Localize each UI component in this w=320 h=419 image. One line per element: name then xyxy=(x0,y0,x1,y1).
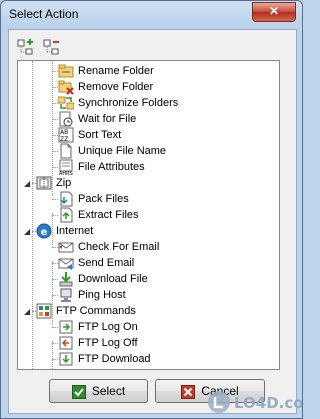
extract-files-icon xyxy=(60,207,73,223)
check-email-icon xyxy=(58,242,74,253)
tree-guide-line xyxy=(32,61,33,369)
tree-item[interactable]: Check For Email xyxy=(58,239,159,255)
tree-item-label: Send Email xyxy=(78,257,135,269)
sort-text-icon: ABZZ xyxy=(58,127,74,143)
tree-item[interactable]: AB ZZ Sort Text xyxy=(58,127,121,143)
svg-text:LO4D.com: LO4D.com xyxy=(234,394,302,412)
ftp-log-on-icon xyxy=(59,320,73,334)
select-button[interactable]: Select xyxy=(49,379,148,403)
synchronize-folders-icon xyxy=(58,96,74,110)
checkmark-icon xyxy=(71,384,86,399)
ping-host-icon xyxy=(60,288,72,302)
collapse-all-button[interactable] xyxy=(43,37,61,55)
tree-item-label: Ping Host xyxy=(78,289,126,301)
tree-item[interactable]: Extract Files xyxy=(58,207,139,223)
tree-expander-icon[interactable]: ◢ xyxy=(24,227,30,236)
tree-expander-icon[interactable]: ◢ xyxy=(24,307,30,316)
tree-category[interactable]: e Internet xyxy=(36,223,93,239)
tree-item-label: File Attributes xyxy=(78,161,145,173)
tree-item-label: Rename Folder xyxy=(78,65,154,77)
ftp-download-icon xyxy=(59,352,73,366)
tree-item[interactable]: Pack Files xyxy=(58,191,129,207)
pack-files-icon xyxy=(60,191,73,207)
ftp-commands-icon xyxy=(36,303,52,319)
close-button[interactable]: ✕ xyxy=(252,2,296,22)
svg-text:e: e xyxy=(41,227,48,238)
svg-text:AB: AB xyxy=(60,129,68,136)
title-bar[interactable]: Select Action ✕ xyxy=(1,1,302,27)
cancel-icon xyxy=(181,384,196,399)
tree-item[interactable]: Synchronize Folders xyxy=(58,95,178,111)
tree-item[interactable]: FTP Download xyxy=(58,351,151,367)
remove-folder-icon xyxy=(58,80,74,95)
tree-item[interactable]: Wait for File xyxy=(58,111,136,127)
tree-item-label: Wait for File xyxy=(78,113,137,125)
tree-item-label: FTP Download xyxy=(78,353,151,365)
download-file-icon xyxy=(59,272,73,287)
tree-item[interactable]: Rename Folder xyxy=(58,63,154,79)
tree-item-label: FTP Log Off xyxy=(78,337,138,349)
zip-icon xyxy=(36,176,52,190)
expand-all-button[interactable] xyxy=(17,37,35,55)
dialog-body: Rename Folder Remove Folder Synchronize Fo… xyxy=(8,29,297,414)
select-button-label: Select xyxy=(91,384,126,398)
tree-item[interactable]: Unique File Name xyxy=(58,143,166,159)
tree-item-label: Remove Folder xyxy=(78,81,154,93)
collapse-all-icon xyxy=(43,39,59,55)
tree-item[interactable]: Remove Folder xyxy=(58,79,153,95)
lo4d-watermark-logo: LO4D.com xyxy=(208,391,302,413)
tree-item-label: Internet xyxy=(56,225,94,237)
ftp-log-off-icon xyxy=(59,336,73,350)
wait-for-file-icon xyxy=(59,111,73,127)
tree-guide-line xyxy=(52,341,53,369)
window-title: Select Action xyxy=(9,7,79,21)
tree-item[interactable]: Ping Host xyxy=(58,287,126,303)
tree-item-label: Extract Files xyxy=(78,209,139,221)
tree-expander-icon[interactable]: ◢ xyxy=(24,179,30,188)
file-attributes-icon: AHRS xyxy=(59,159,73,175)
unique-file-name-icon xyxy=(60,143,72,159)
internet-icon: e xyxy=(36,223,52,239)
send-email-icon xyxy=(58,258,74,270)
tree-item-label: Pack Files xyxy=(78,193,129,205)
tree-item-label: FTP Log On xyxy=(78,321,138,333)
select-action-window: Select Action ✕ Rename Folder Remove Fol… xyxy=(0,0,303,419)
tree-item-label: Synchronize Folders xyxy=(78,97,179,109)
tree-item[interactable]: Download File xyxy=(58,271,148,287)
rename-folder-icon xyxy=(58,64,74,78)
action-tree[interactable]: Rename Folder Remove Folder Synchronize Fo… xyxy=(17,60,280,370)
tree-item-label: Sort Text xyxy=(78,129,122,141)
tree-item[interactable]: FTP Log On xyxy=(58,319,138,335)
svg-text:ZZ: ZZ xyxy=(60,136,68,143)
tree-category[interactable]: Zip xyxy=(36,175,71,191)
tree-item[interactable]: Send Email xyxy=(58,255,134,271)
tree-item-label: Unique File Name xyxy=(78,145,167,157)
tree-item-label: FTP Commands xyxy=(56,305,136,317)
tree-item-label: Download File xyxy=(78,273,148,285)
tree-item-label: Check For Email xyxy=(78,241,160,253)
tree-item[interactable]: FTP Log Off xyxy=(58,335,138,351)
expand-all-icon xyxy=(17,39,33,55)
tree-item[interactable]: AHRS File Attributes xyxy=(58,159,145,175)
tree-category[interactable]: FTP Commands xyxy=(36,303,136,319)
tree-item-label: Zip xyxy=(56,177,72,189)
